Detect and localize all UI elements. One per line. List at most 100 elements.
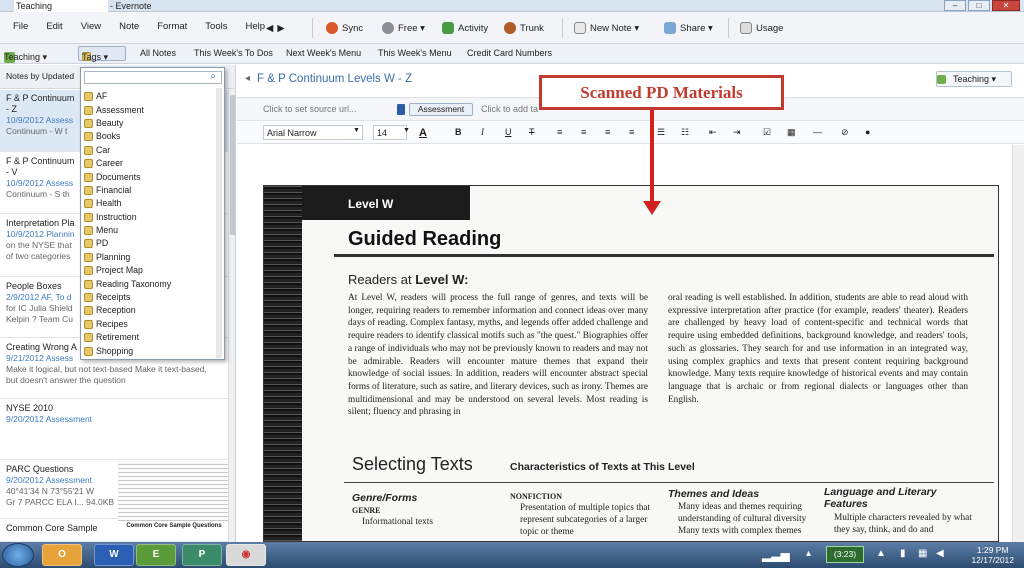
tag-item[interactable]: PD — [84, 237, 171, 250]
search-icon[interactable]: ⌕ — [210, 71, 216, 82]
bold-button[interactable]: B — [455, 127, 462, 137]
evernote-taskbar-icon[interactable]: E — [136, 544, 176, 566]
font-size-select[interactable]: 14 — [373, 125, 407, 140]
tag-item[interactable]: Instruction — [84, 211, 171, 224]
usage-button[interactable]: Usage — [736, 18, 787, 38]
note-item[interactable]: NYSE 2010 9/20/2012 Assessment — [0, 400, 230, 460]
trunk-button[interactable]: Trunk — [500, 18, 548, 38]
tag-icon — [84, 132, 93, 142]
publisher-taskbar-icon[interactable]: P — [182, 544, 222, 566]
new-note-button[interactable]: New Note ▾ — [570, 18, 643, 38]
menu-note[interactable]: Note — [110, 20, 148, 34]
nav-arrows[interactable]: ◀ ▶ — [262, 18, 289, 38]
italic-button[interactable]: I — [481, 127, 484, 137]
scan-heading: Guided Reading — [348, 228, 502, 250]
collapse-arrow-icon[interactable]: ◂ — [245, 73, 250, 84]
tag-item[interactable]: Reception — [84, 304, 171, 317]
menu-edit[interactable]: Edit — [37, 20, 71, 34]
tag-item[interactable]: Retirement — [84, 331, 171, 344]
word-taskbar-icon[interactable]: W — [94, 544, 134, 566]
signal-icon[interactable]: ▂▃▅ — [762, 548, 790, 562]
tag-chip[interactable]: Assessment — [409, 103, 473, 116]
bullet-list-icon[interactable]: ☰ — [657, 127, 665, 138]
system-clock[interactable]: 1:29 PM 12/17/2012 — [971, 545, 1014, 565]
shortcut-next-weeks-menu[interactable]: Next Week's Menu — [286, 48, 361, 58]
themes-text: Many ideas and themes requiring understa… — [678, 502, 807, 536]
tag-item[interactable]: Project Map — [84, 264, 171, 277]
justify-icon[interactable]: ≡ — [629, 127, 634, 137]
strikethrough-button[interactable]: T — [529, 127, 535, 137]
tag-item[interactable]: Career — [84, 157, 171, 170]
align-left-icon[interactable]: ≡ — [557, 127, 562, 137]
maximize-button[interactable]: □ — [968, 0, 990, 11]
checkbox-icon[interactable]: ☑ — [763, 127, 771, 138]
add-tag-field[interactable]: Click to add ta — [481, 104, 538, 114]
shortcut-all-notes[interactable]: All Notes — [140, 48, 176, 58]
tag-item[interactable]: Car — [84, 144, 171, 157]
close-button[interactable]: ✕ — [992, 0, 1020, 11]
tag-item[interactable]: Planning — [84, 251, 171, 264]
tag-item[interactable]: Beauty — [84, 117, 171, 130]
tag-item[interactable]: Menu — [84, 224, 171, 237]
menu-view[interactable]: View — [72, 20, 110, 34]
font-family-select[interactable]: Arial Narrow — [263, 125, 363, 140]
tag-item[interactable]: Documents — [84, 170, 171, 183]
table-icon[interactable]: ▦ — [787, 127, 796, 138]
align-center-icon[interactable]: ≡ — [581, 127, 586, 137]
tag-icon — [84, 252, 93, 262]
tag-item[interactable]: Shopping — [84, 344, 171, 357]
source-url-field[interactable]: Click to set source url... — [263, 104, 357, 114]
free-button[interactable]: Free ▾ — [378, 18, 429, 38]
tray-icon[interactable]: ▲ — [876, 548, 886, 559]
tag-item[interactable]: Assessment — [84, 103, 171, 116]
tray-arrow-icon[interactable]: ▴ — [806, 548, 811, 559]
microphone-icon[interactable]: ● — [865, 127, 870, 137]
menu-tools[interactable]: Tools — [196, 20, 236, 34]
note-title[interactable]: F & P Continuum Levels W - Z — [257, 73, 412, 85]
tag-item[interactable]: Receipts — [84, 291, 171, 304]
menu-file[interactable]: File — [4, 20, 37, 34]
shortcut-this-weeks-todos[interactable]: This Week's To Dos — [194, 48, 273, 58]
tags-scrollbar[interactable] — [216, 88, 222, 358]
tag-item[interactable]: AF — [84, 90, 171, 103]
menu-format[interactable]: Format — [148, 20, 196, 34]
activity-button[interactable]: Activity — [438, 18, 492, 38]
start-button[interactable] — [2, 543, 34, 567]
tag-search-input[interactable] — [84, 71, 222, 84]
outlook-taskbar-icon[interactable]: O — [42, 544, 82, 566]
tag-item[interactable]: Reading Taxonomy — [84, 277, 171, 290]
trunk-icon — [504, 22, 516, 34]
menu-bar: File Edit View Note Format Tools Help — [4, 20, 274, 34]
sync-button[interactable]: Sync — [322, 18, 367, 38]
notebook-selector[interactable]: Teaching ▾ — [936, 71, 1012, 87]
tag-item[interactable]: Health — [84, 197, 171, 210]
outdent-icon[interactable]: ⇤ — [709, 127, 717, 138]
tag-icon — [84, 199, 93, 209]
shortcut-this-weeks-menu[interactable]: This Week's Menu — [378, 48, 452, 58]
share-button[interactable]: Share ▾ — [660, 18, 717, 38]
network-icon[interactable]: ▦ — [918, 548, 927, 559]
editor-scrollbar[interactable] — [1012, 145, 1024, 542]
power-icon[interactable]: ▮ — [900, 548, 906, 559]
chrome-taskbar-icon[interactable]: ◉ — [226, 544, 266, 566]
tag-icon — [84, 333, 93, 343]
shortcut-credit-card-numbers[interactable]: Credit Card Numbers — [467, 48, 552, 58]
note-list-scrollbar[interactable] — [228, 89, 235, 542]
horizontal-rule-icon[interactable]: — — [813, 127, 822, 137]
volume-icon[interactable]: ◀ — [936, 548, 944, 559]
attachment-icon[interactable]: ⊘ — [841, 127, 849, 138]
indent-icon[interactable]: ⇥ — [733, 127, 741, 138]
forward-arrow-icon[interactable]: ▶ — [277, 23, 284, 34]
underline-button[interactable]: U — [505, 127, 512, 137]
align-right-icon[interactable]: ≡ — [605, 127, 610, 137]
back-arrow-icon[interactable]: ◀ — [266, 23, 273, 34]
tag-item[interactable]: Recipes — [84, 318, 171, 331]
window-title-bar: Teaching - Evernote – □ ✕ — [0, 0, 1024, 12]
tag-icon — [84, 226, 93, 236]
tag-item[interactable]: Books — [84, 130, 171, 143]
battery-indicator[interactable]: (3:23) — [826, 546, 864, 563]
tag-item[interactable]: Financial — [84, 184, 171, 197]
numbered-list-icon[interactable]: ☷ — [681, 127, 689, 138]
text-color-button[interactable]: A — [419, 127, 427, 139]
minimize-button[interactable]: – — [944, 0, 966, 11]
